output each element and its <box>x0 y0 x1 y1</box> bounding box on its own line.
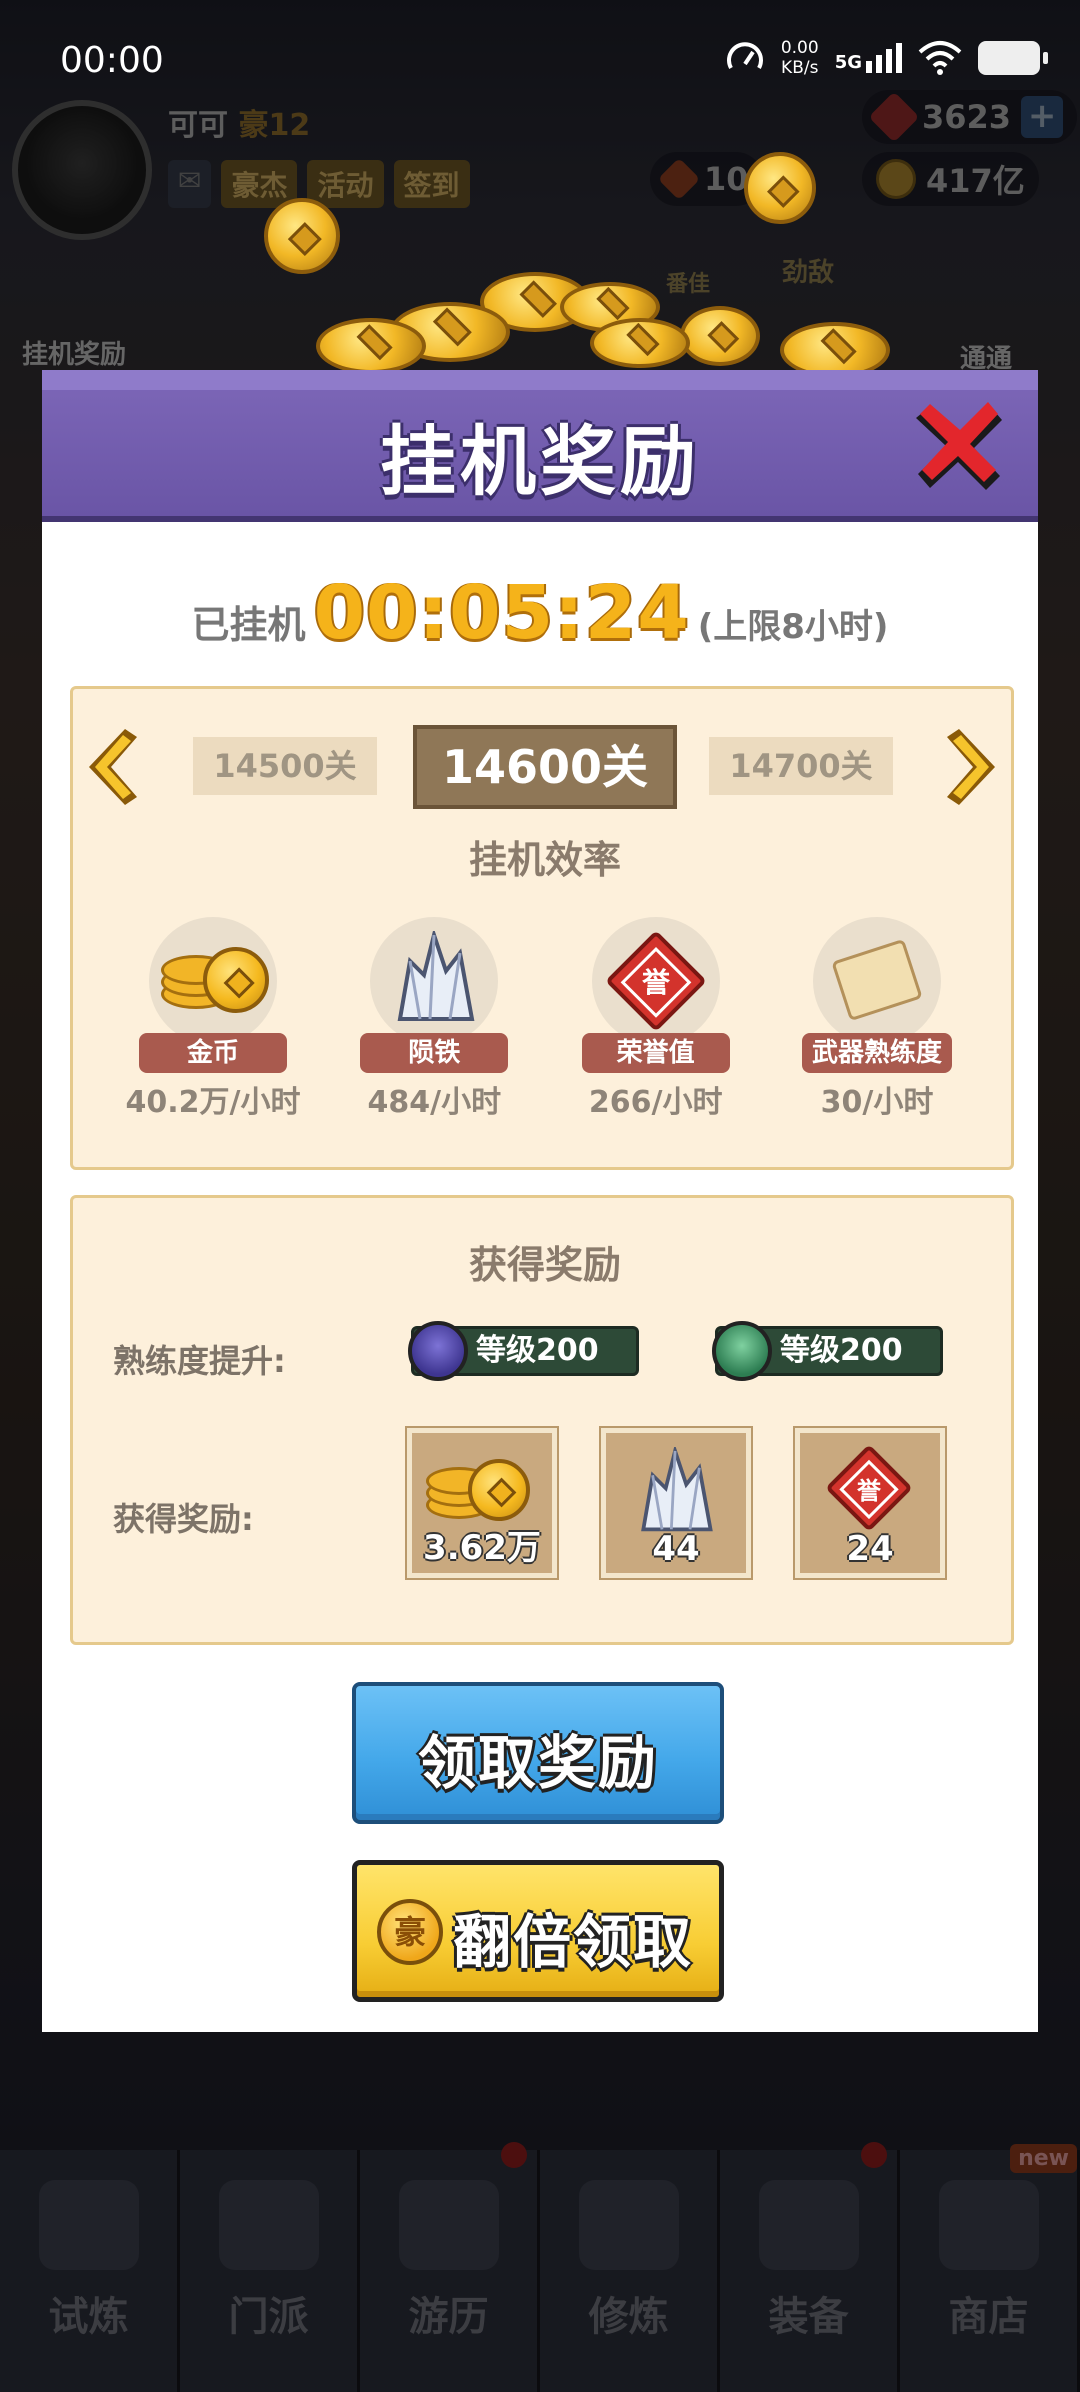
status-time: 00:00 <box>60 40 164 81</box>
chevron-left-icon <box>89 729 137 805</box>
honor-icon: 誉 <box>825 1444 913 1532</box>
floating-coin-icon <box>680 306 760 366</box>
meteor-iron-icon <box>370 917 499 1045</box>
idle-time-row: 已挂机 00:05:24 (上限8小时) <box>42 570 1038 656</box>
efficiency-item-iron: 陨铁 484/小时 <box>344 917 524 1121</box>
signal-icon: 5G <box>835 43 902 73</box>
efficiency-rate: 484/小时 <box>367 1085 502 1120</box>
close-button[interactable] <box>914 400 1006 492</box>
efficiency-item-gold: 金币 40.2万/小时 <box>123 917 303 1121</box>
close-icon <box>916 402 1002 490</box>
idle-label: 已挂机 <box>191 603 306 647</box>
efficiency-name: 荣誉值 <box>581 1033 730 1073</box>
blade-icon <box>712 1321 772 1381</box>
reward-item-gold[interactable]: 3.62万 <box>407 1428 557 1578</box>
honor-icon: 誉 <box>591 917 720 1045</box>
floating-coin-icon <box>316 318 426 374</box>
reward-count: 44 <box>652 1529 700 1569</box>
status-bar: 00:00 0.00 KB/s 5G <box>0 0 1080 120</box>
wifi-icon <box>918 41 962 75</box>
efficiency-name: 金币 <box>139 1033 287 1073</box>
floating-coin-icon <box>590 318 690 368</box>
gold-coin-icon <box>149 917 277 1045</box>
reward-item-honor[interactable]: 誉 24 <box>795 1428 945 1578</box>
reward-count: 24 <box>846 1529 894 1569</box>
proficiency-label: 熟练度提升: <box>113 1342 286 1380</box>
stage-efficiency-panel: 14500关 14600关 14700关 挂机效率 金币 40.2万/小时 陨铁… <box>70 686 1014 1170</box>
reward-count: 3.62万 <box>423 1528 541 1568</box>
meteor-iron-icon <box>641 1447 713 1532</box>
reward-panel: 获得奖励 熟练度提升: 等级200 等级200 获得奖励: 3.62万 44 誉… <box>70 1195 1014 1645</box>
proficiency-bar: 等级200 <box>712 1321 943 1381</box>
rewards-label: 获得奖励: <box>113 1500 254 1538</box>
efficiency-rate: 40.2万/小时 <box>125 1085 301 1120</box>
stage-prev[interactable]: 14500关 <box>193 737 377 795</box>
status-icons: 0.00 KB/s 5G <box>725 38 1048 78</box>
efficiency-title: 挂机效率 <box>468 838 621 882</box>
double-claim-button[interactable]: 豪 翻倍领取 <box>352 1860 724 2002</box>
efficiency-rate: 30/小时 <box>820 1085 934 1120</box>
double-claim-label: 翻倍领取 <box>452 1908 693 1976</box>
efficiency-list: 金币 40.2万/小时 陨铁 484/小时 誉 荣誉值 266/小时 武器熟练度… <box>123 917 967 1121</box>
speedometer-icon <box>726 42 763 69</box>
idle-limit: (上限8小时) <box>697 607 889 647</box>
sword-icon <box>408 1321 468 1381</box>
stage-current: 14600关 <box>413 725 677 809</box>
battery-icon <box>978 41 1048 75</box>
efficiency-rate: 266/小时 <box>588 1085 723 1120</box>
next-stage-button[interactable] <box>945 727 999 807</box>
idle-reward-dialog: 挂机奖励 已挂机 00:05:24 (上限8小时) 14500关 14600关 … <box>42 370 1038 2032</box>
network-speed: 0.00 KB/s <box>780 38 819 78</box>
scroll-icon <box>812 917 941 1045</box>
claim-reward-label: 领取奖励 <box>417 1729 658 1797</box>
efficiency-name: 武器熟练度 <box>801 1033 952 1073</box>
efficiency-name: 陨铁 <box>360 1033 509 1073</box>
idle-timer: 00:05:24 <box>313 570 690 656</box>
prev-stage-button[interactable] <box>85 727 139 807</box>
chevron-right-icon <box>947 729 995 805</box>
reward-title: 获得奖励 <box>468 1243 621 1287</box>
proficiency-bar: 等级200 <box>408 1321 639 1381</box>
claim-reward-button[interactable]: 领取奖励 <box>352 1682 724 1824</box>
stage-next[interactable]: 14700关 <box>709 737 893 795</box>
dialog-header: 挂机奖励 <box>42 370 1038 522</box>
dialog-title: 挂机奖励 <box>380 417 700 506</box>
floating-coin-icon <box>264 198 340 274</box>
efficiency-item-honor: 誉 荣誉值 266/小时 <box>566 917 746 1121</box>
floating-coin-icon <box>744 152 816 224</box>
efficiency-item-weapon: 武器熟练度 30/小时 <box>787 917 967 1121</box>
reward-item-iron[interactable]: 44 <box>601 1428 751 1578</box>
